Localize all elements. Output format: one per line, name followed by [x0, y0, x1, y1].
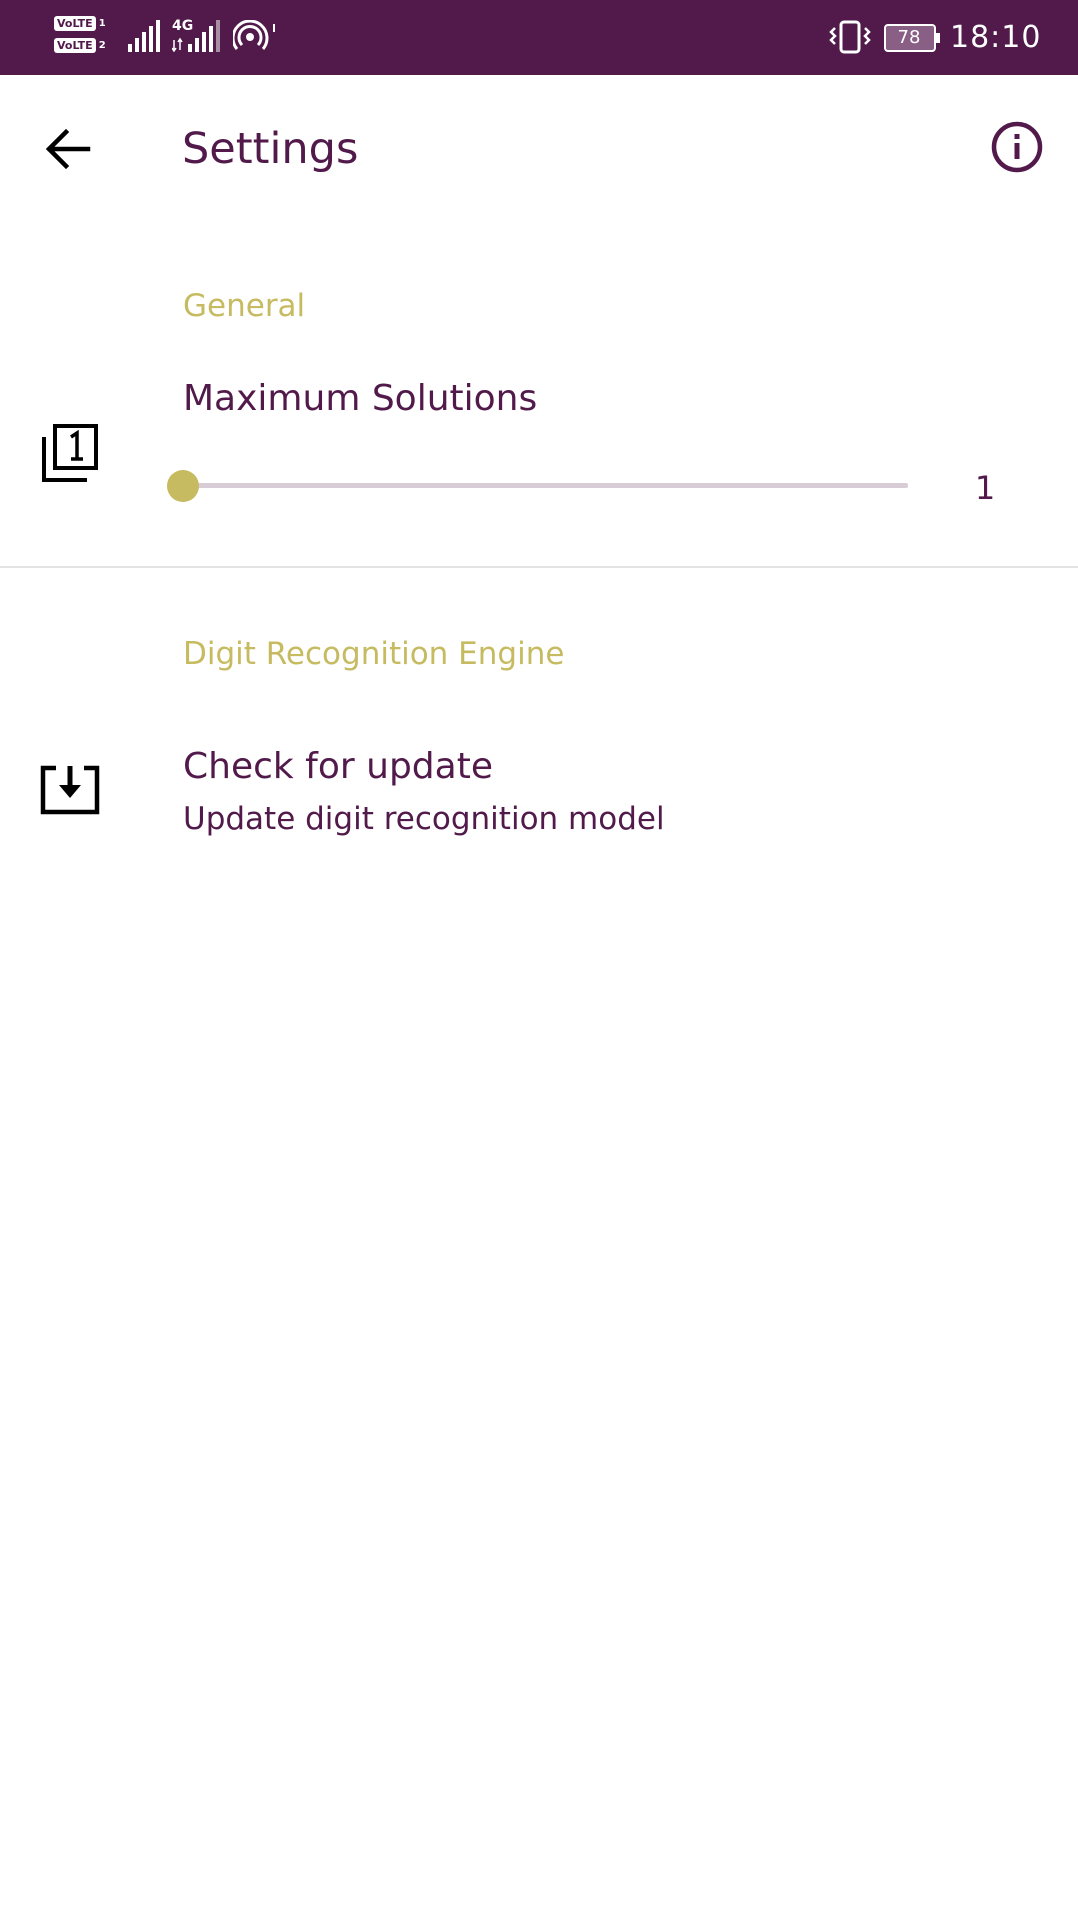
vibrate-icon	[829, 20, 871, 54]
clock: 18:10	[950, 20, 1042, 55]
volte-1-sub: 1	[98, 17, 106, 29]
volte-indicator: VoLTE 1 VoLTE 2	[54, 12, 106, 56]
volte-2-sub: 2	[98, 39, 106, 51]
check-update-title: Check for update	[183, 746, 493, 787]
battery-level: 78	[897, 27, 921, 48]
max-solutions-title: Maximum Solutions	[183, 378, 538, 419]
check-update-icon-wrap	[38, 758, 102, 822]
section-header-engine: Digit Recognition Engine	[183, 636, 565, 672]
signal-2-icon	[172, 20, 220, 52]
hotspot-icon	[233, 20, 275, 50]
signal-icon	[128, 20, 160, 52]
slider-track[interactable]	[183, 483, 908, 488]
system-update-icon	[40, 765, 100, 815]
arrow-back-icon	[45, 128, 91, 170]
page-title: Settings	[182, 124, 359, 174]
info-icon	[991, 121, 1043, 173]
back-button[interactable]	[34, 117, 106, 181]
max-solutions-value: 1	[974, 469, 996, 507]
section-divider	[0, 566, 1078, 568]
volte-1-label: VoLTE	[54, 15, 96, 31]
slider-thumb[interactable]	[167, 470, 199, 502]
section-header-general: General	[183, 288, 306, 324]
toolbar: Settings	[0, 75, 1078, 220]
volte-2-label: VoLTE	[54, 37, 96, 53]
check-update-summary: Update digit recognition model	[183, 801, 665, 837]
filter-1-icon	[42, 424, 98, 482]
max-solutions-icon-wrap	[38, 422, 102, 490]
max-solutions-slider[interactable]	[166, 466, 908, 506]
status-bar: VoLTE 1 VoLTE 2 4G 78 18:10	[0, 0, 1078, 75]
info-button[interactable]	[985, 115, 1049, 179]
